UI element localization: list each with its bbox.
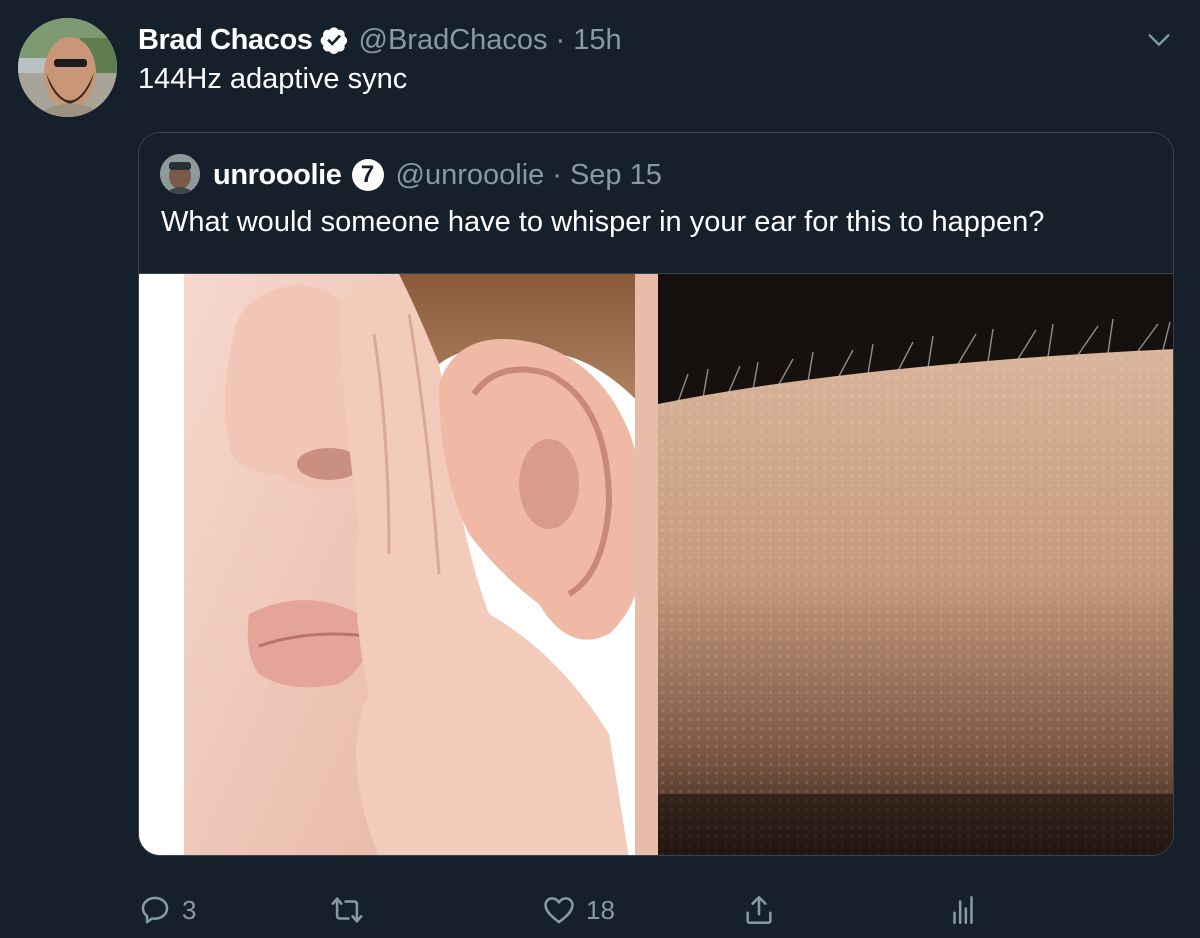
quoted-tweet-header: unrooolie 7 @unrooolie · Sep 15: [213, 155, 662, 195]
quoted-author-avatar[interactable]: [160, 154, 200, 194]
like-button[interactable]: 18: [542, 888, 615, 932]
analytics-icon: [953, 895, 973, 925]
tweet-actions: 3 18: [138, 888, 998, 932]
quoted-header-separator: ·: [552, 158, 562, 191]
whisper-image: [139, 274, 658, 855]
quoted-tweet-media[interactable]: [139, 273, 1173, 855]
goosebumps-image: [658, 274, 1173, 855]
reply-button[interactable]: 3: [138, 888, 196, 932]
tweet-header: Brad Chacos @BradChacos · 15h: [138, 20, 622, 60]
heart-icon: [544, 897, 574, 924]
quoted-author-name[interactable]: unrooolie: [213, 159, 342, 192]
header-separator: ·: [555, 23, 566, 56]
chevron-down-icon[interactable]: [1145, 26, 1173, 54]
quoted-author-handle[interactable]: @unrooolie: [396, 159, 545, 192]
goosebumps-photo[interactable]: [658, 274, 1173, 855]
author-handle[interactable]: @BradChacos: [359, 24, 548, 57]
author-avatar-image: [18, 18, 117, 117]
tweet: Brad Chacos @BradChacos · 15h 144Hz adap…: [0, 0, 1200, 938]
share-button[interactable]: [742, 888, 776, 932]
tweet-timestamp[interactable]: 15h: [573, 24, 621, 57]
retweet-button[interactable]: [330, 888, 374, 932]
like-count: 18: [586, 894, 615, 925]
tweet-text: 144Hz adaptive sync: [138, 63, 408, 95]
retweet-icon: [331, 897, 363, 923]
quoted-author-badge: 7: [351, 159, 384, 191]
share-icon: [746, 895, 772, 925]
verified-icon: [320, 27, 347, 54]
whisper-photo[interactable]: [139, 274, 658, 855]
quoted-avatar-image: [160, 154, 200, 194]
analytics-button[interactable]: [946, 888, 980, 932]
reply-count: 3: [182, 894, 197, 925]
author-avatar[interactable]: [18, 18, 117, 117]
author-name[interactable]: Brad Chacos: [138, 24, 313, 57]
reply-icon: [141, 896, 169, 924]
quoted-tweet-text: What would someone have to whisper in yo…: [161, 206, 1045, 238]
quoted-tweet-card[interactable]: unrooolie 7 @unrooolie · Sep 15 What wou…: [138, 132, 1174, 856]
quoted-tweet-date[interactable]: Sep 15: [570, 159, 662, 192]
